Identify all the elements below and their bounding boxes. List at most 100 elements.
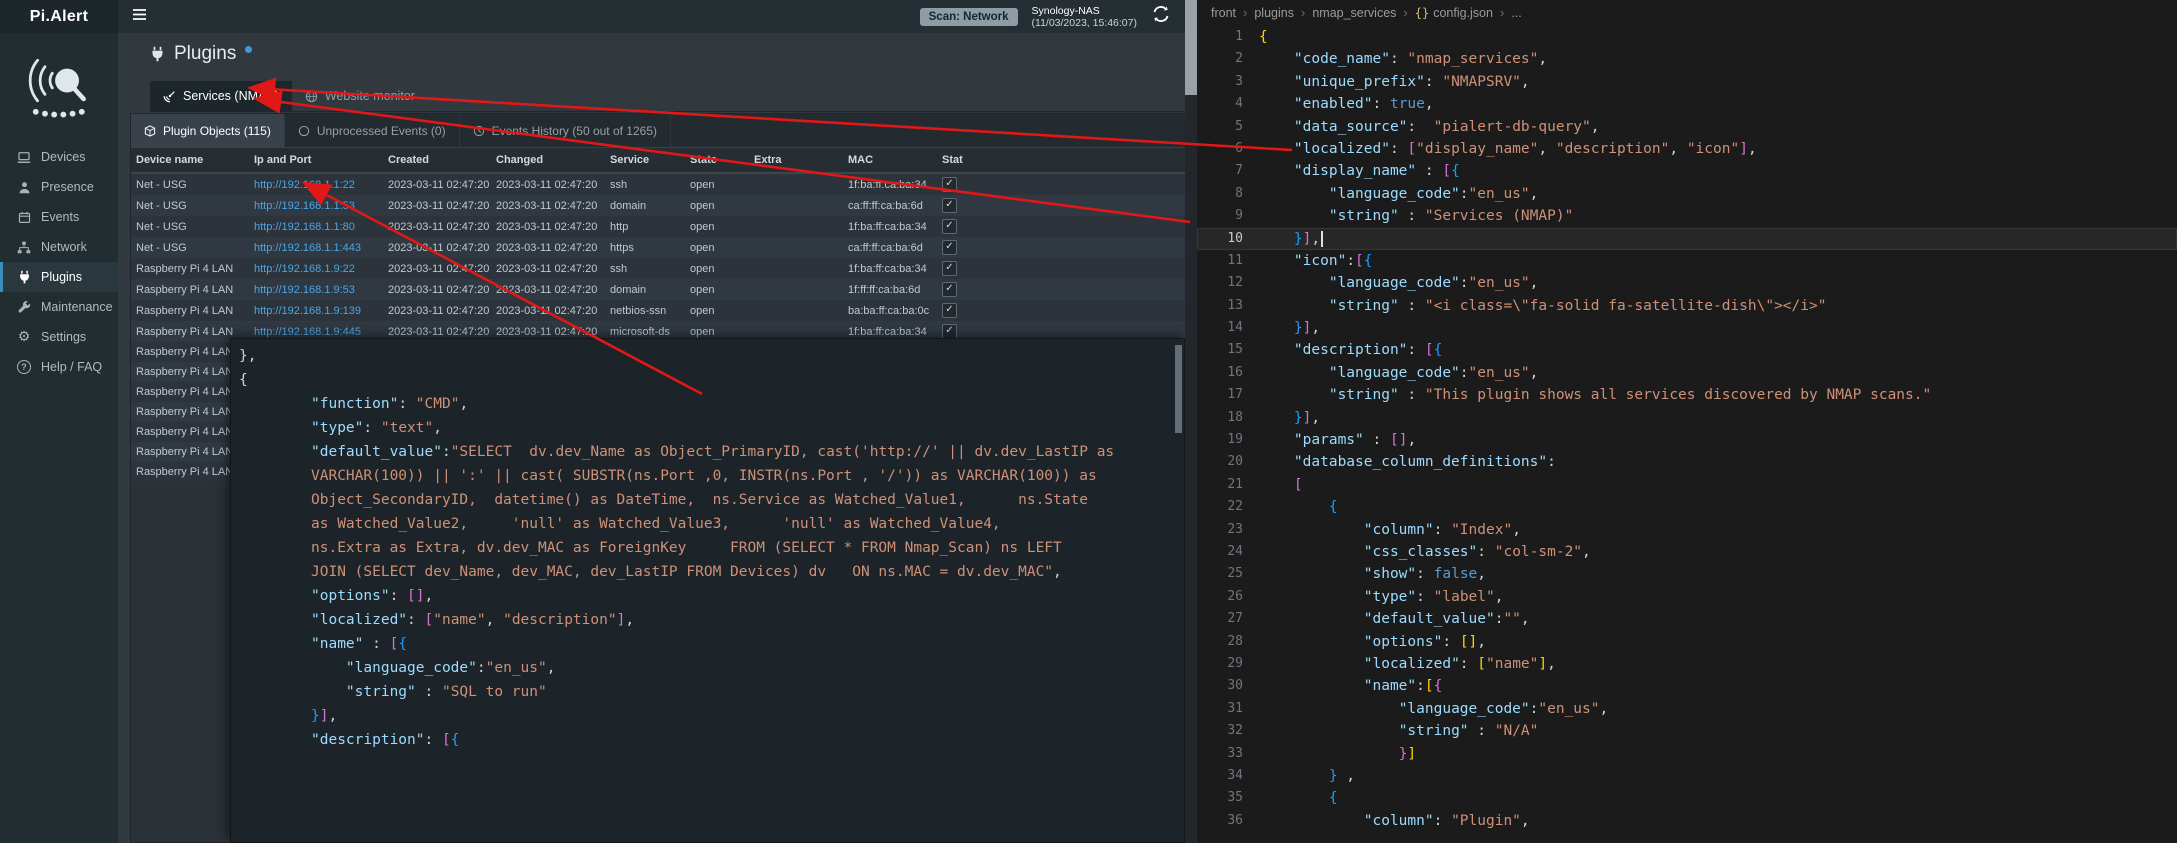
plug-icon [16, 270, 32, 284]
overlay-code-line: "function": "CMD", [239, 392, 1170, 416]
row-checkbox[interactable]: ✓ [942, 240, 957, 255]
network-icon [16, 241, 32, 254]
column-header-mac: MAC [843, 148, 937, 173]
sidebar-item-presence[interactable]: Presence [0, 172, 118, 202]
editor-line: 7 "display_name" : [{ [1197, 160, 2177, 182]
table-row: Raspberry Pi 4 LANhttp://192.168.1.9:139… [131, 300, 1185, 321]
ip-port-link[interactable]: http://192.168.1.9:22 [254, 263, 355, 275]
breadcrumb-item[interactable]: ... [1511, 6, 1521, 20]
row-checkbox[interactable]: ✓ [942, 219, 957, 234]
row-checkbox[interactable]: ✓ [942, 261, 957, 276]
line-number: 4 [1197, 93, 1259, 115]
events-icon [16, 211, 32, 224]
globe-icon [305, 90, 318, 103]
table-row: Net - USGhttp://192.168.1.1:802023-03-11… [131, 216, 1185, 237]
sidebar-item-plugins[interactable]: Plugins [0, 262, 118, 292]
editor-code[interactable]: 1{2 "code_name": "nmap_services",3 "uniq… [1197, 26, 2177, 843]
row-checkbox[interactable]: ✓ [942, 324, 957, 339]
editor-line: 26 "type": "label", [1197, 586, 2177, 608]
table-row: Net - USGhttp://192.168.1.1:532023-03-11… [131, 195, 1185, 216]
sidebar-item-events[interactable]: Events [0, 202, 118, 232]
gear-icon: ⚙ [16, 330, 32, 344]
line-number: 29 [1197, 653, 1259, 675]
line-number: 17 [1197, 384, 1259, 406]
scan-status-badge: Scan: Network [920, 8, 1018, 26]
editor-line: 6 "localized": ["display_name", "descrip… [1197, 138, 2177, 160]
line-number: 15 [1197, 339, 1259, 361]
column-header-filler [989, 148, 1185, 173]
breadcrumb-separator: › [1243, 5, 1247, 20]
overlay-scrollbar[interactable] [1175, 345, 1182, 433]
sidebar-item-settings[interactable]: ⚙Settings [0, 322, 118, 352]
subtab-events-history-50-out-of-1265[interactable]: Events History (50 out of 1265) [460, 114, 671, 147]
line-number: 5 [1197, 116, 1259, 138]
ip-port-link[interactable]: http://192.168.1.1:443 [254, 242, 361, 254]
editor-line: 17 "string" : "This plugin shows all ser… [1197, 384, 2177, 406]
overlay-code-line: "string" : "SQL to run" [239, 680, 1170, 704]
editor-line: 2 "code_name": "nmap_services", [1197, 48, 2177, 70]
page-scrollbar-track[interactable] [1185, 0, 1197, 843]
subtab-label: Plugin Objects (115) [163, 124, 271, 138]
line-number: 23 [1197, 519, 1259, 541]
sidebar-item-maintenance[interactable]: Maintenance [0, 292, 118, 322]
table-row: Raspberry Pi 4 LANhttp://192.168.1.9:532… [131, 279, 1185, 300]
editor-line: 19 "params" : [], [1197, 429, 2177, 451]
editor-line: 36 "column": "Plugin", [1197, 810, 2177, 832]
line-number: 22 [1197, 496, 1259, 518]
subtab-plugin-objects-115[interactable]: Plugin Objects (115) [131, 114, 285, 147]
header-right: Scan: Network Synology-NAS (11/03/2023, … [920, 5, 1185, 29]
ip-port-link[interactable]: http://192.168.1.1:80 [254, 221, 355, 233]
sidebar-item-label: Help / FAQ [41, 360, 102, 374]
line-number: 27 [1197, 608, 1259, 630]
tab-services-nmap[interactable]: Services (NMAP) [150, 81, 292, 111]
sidebar-toggle-button[interactable] [132, 8, 147, 26]
table-row: Net - USGhttp://192.168.1.1:4432023-03-1… [131, 237, 1185, 258]
tab-website-monitor[interactable]: Website monitor [292, 81, 428, 111]
cube-icon [144, 125, 156, 137]
ip-port-link[interactable]: http://192.168.1.9:53 [254, 284, 355, 296]
sidebar-item-devices[interactable]: Devices [0, 142, 118, 172]
row-checkbox[interactable]: ✓ [942, 177, 957, 192]
line-number: 21 [1197, 474, 1259, 496]
ip-port-link[interactable]: http://192.168.1.1:22 [254, 179, 355, 191]
line-number: 26 [1197, 586, 1259, 608]
editor-line: 18 }], [1197, 407, 2177, 429]
editor-line: 22 { [1197, 496, 2177, 518]
line-number: 11 [1197, 250, 1259, 272]
pialert-app: Pi.Alert Scan: Network Synology-NAS (11/… [0, 0, 1185, 843]
row-checkbox[interactable]: ✓ [942, 282, 957, 297]
breadcrumb-item[interactable]: front [1211, 6, 1236, 20]
editor-line: 34 } , [1197, 765, 2177, 787]
breadcrumb-item[interactable]: nmap_services [1312, 6, 1396, 20]
clock-icon [473, 125, 485, 137]
ip-port-link[interactable]: http://192.168.1.9:445 [254, 326, 361, 338]
subtab-unprocessed-events-0[interactable]: Unprocessed Events (0) [285, 114, 460, 147]
ip-port-link[interactable]: http://192.168.1.9:139 [254, 305, 361, 317]
overlay-code-panel: },{"function": "CMD","type": "text","def… [230, 338, 1185, 843]
line-number: 9 [1197, 205, 1259, 227]
nas-timestamp: (11/03/2023, 15:46:07) [1032, 17, 1137, 29]
devices-icon [16, 151, 32, 164]
sync-icon[interactable] [1151, 6, 1171, 27]
line-number: 30 [1197, 675, 1259, 697]
ip-port-link[interactable]: http://192.168.1.1:53 [254, 200, 355, 212]
page-scrollbar-thumb[interactable] [1185, 0, 1197, 95]
hamburger-icon [132, 8, 147, 26]
sub-tabs: Plugin Objects (115) Unprocessed Events (… [131, 114, 1185, 148]
editor-line: 1{ [1197, 26, 2177, 48]
editor-line: 27 "default_value":"", [1197, 608, 2177, 630]
wrench-icon [16, 301, 32, 314]
sidebar-item-help-faq[interactable]: ?Help / FAQ [0, 352, 118, 382]
json-icon: {} [1415, 6, 1429, 20]
line-number: 31 [1197, 698, 1259, 720]
editor-line: 28 "options": [], [1197, 631, 2177, 653]
breadcrumb-item[interactable]: {}config.json [1415, 6, 1493, 20]
overlay-code-line: "type": "text", [239, 416, 1170, 440]
editor-line: 33 }] [1197, 743, 2177, 765]
editor-line: 24 "css_classes": "col-sm-2", [1197, 541, 2177, 563]
row-checkbox[interactable]: ✓ [942, 198, 957, 213]
editor-line: 8 "language_code":"en_us", [1197, 183, 2177, 205]
row-checkbox[interactable]: ✓ [942, 303, 957, 318]
breadcrumb-item[interactable]: plugins [1254, 6, 1294, 20]
sidebar-item-network[interactable]: Network [0, 232, 118, 262]
